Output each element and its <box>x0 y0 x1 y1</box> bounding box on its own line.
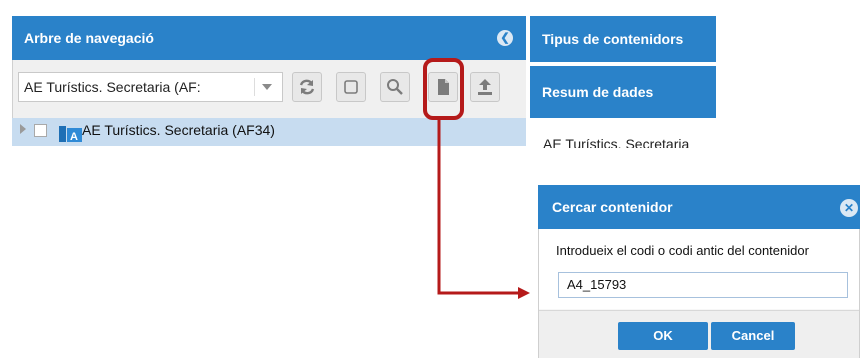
container-code-input[interactable]: A4_15793 <box>558 272 848 298</box>
dialog-title: Cercar contenidor <box>538 185 860 229</box>
dialog-field-label: Introdueix el codi o codi antic del cont… <box>556 243 809 258</box>
close-icon[interactable]: ✕ <box>840 199 858 217</box>
cancel-button[interactable]: Cancel <box>711 322 795 350</box>
ok-button[interactable]: OK <box>618 322 708 350</box>
